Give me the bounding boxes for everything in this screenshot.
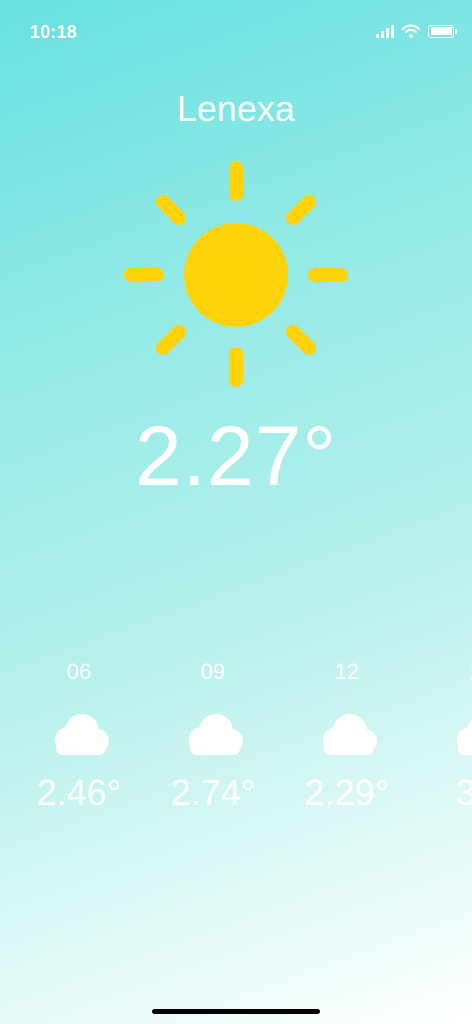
battery-icon: [428, 24, 457, 38]
sun-icon: [124, 161, 348, 387]
current-temperature: 2.27°: [134, 409, 338, 503]
status-bar: 10:18: [0, 0, 472, 70]
wifi-icon: [402, 24, 420, 38]
forecast-temperature: 2.74°: [170, 772, 256, 813]
forecast-item: 12 2.29°: [280, 650, 414, 814]
cloud-icon: [189, 714, 243, 755]
forecast-item: 09 2.74°: [146, 650, 280, 814]
forecast-temperature: 2.29°: [304, 772, 390, 813]
forecast-hour: 12: [334, 659, 360, 684]
cloud-icon: [457, 718, 472, 755]
hourly-forecast-list[interactable]: 06 2.46° 09 2.74° 12 2.29° 15 3.1: [0, 650, 472, 840]
cloud-icon: [55, 714, 109, 755]
forecast-hour: 06: [66, 659, 92, 684]
forecast-item: 06 2.46°: [12, 650, 146, 814]
home-indicator[interactable]: [152, 1009, 320, 1014]
forecast-hour: 09: [200, 659, 226, 684]
status-time: 10:18: [30, 22, 78, 42]
city-name: Lenexa: [176, 88, 296, 129]
forecast-hour: 15: [414, 650, 472, 690]
cloud-icon: [323, 714, 377, 755]
forecast-temperature: 2.46°: [36, 772, 122, 813]
forecast-item: 15 3.1: [414, 650, 472, 814]
forecast-temperature: 3.1: [455, 772, 472, 813]
status-icons: [376, 24, 457, 38]
cellular-signal-icon: [376, 24, 394, 38]
